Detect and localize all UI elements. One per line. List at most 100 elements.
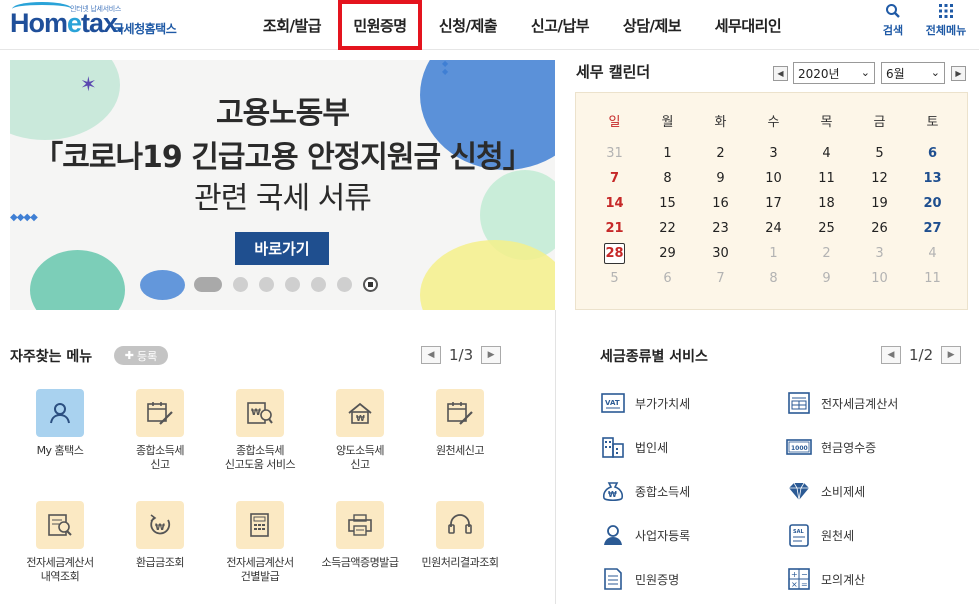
calendar-day[interactable]: 3 bbox=[747, 146, 800, 161]
calendar-day-outside[interactable]: 31 bbox=[588, 146, 641, 161]
tax-service-item[interactable]: 법인세 bbox=[600, 434, 668, 460]
calendar-day[interactable]: 22 bbox=[641, 221, 694, 236]
calendar-day[interactable]: 16 bbox=[694, 196, 747, 211]
calendar-day[interactable]: 20 bbox=[906, 196, 959, 211]
slide-dot[interactable] bbox=[311, 277, 326, 292]
calendar-day[interactable]: 14 bbox=[588, 196, 641, 211]
tax-service-item[interactable]: SAL 원천세 bbox=[786, 522, 854, 548]
search-label: 검색 bbox=[882, 24, 904, 37]
year-select[interactable]: 2020년 ⌄ bbox=[793, 62, 875, 84]
favorite-menu-item[interactable]: 전자세금계산서 내역조회 bbox=[11, 501, 109, 584]
month-select[interactable]: 6월 ⌄ bbox=[881, 62, 945, 84]
svg-text:₩: ₩ bbox=[251, 408, 261, 418]
calendar-day-outside[interactable]: 9 bbox=[800, 271, 853, 286]
prev-year-button[interactable]: ◀ bbox=[773, 66, 788, 81]
diamond-icon bbox=[786, 478, 812, 504]
calendar-day[interactable]: 13 bbox=[906, 171, 959, 186]
search-button[interactable]: 검색 bbox=[868, 3, 918, 38]
tax-service-item[interactable]: VAT 부가가치세 bbox=[600, 390, 690, 416]
weekday-header: 목 bbox=[820, 115, 833, 130]
hometax-logo[interactable]: 인터넷 납세서비스 Hometax. 국세청홈택스 bbox=[10, 2, 195, 42]
prev-page-button[interactable]: ◀ bbox=[421, 346, 441, 364]
calendar-day[interactable]: 12 bbox=[853, 171, 906, 186]
full-menu-button[interactable]: 전체메뉴 bbox=[921, 3, 971, 38]
favorite-menu-item[interactable]: ₩ 양도소득세 신고 bbox=[311, 389, 409, 472]
calendar-day[interactable]: 30 bbox=[694, 246, 747, 261]
favorite-menu-item[interactable]: ₩ 환급금조회 bbox=[111, 501, 209, 570]
calendar-day-outside[interactable]: 3 bbox=[853, 246, 906, 261]
calendar-day[interactable]: 21 bbox=[588, 221, 641, 236]
calendar-day[interactable]: 25 bbox=[800, 221, 853, 236]
favorite-menu-item[interactable]: ₩ 종합소득세 신고도움 서비스 bbox=[211, 389, 309, 472]
calendar-day[interactable]: 1 bbox=[641, 146, 694, 161]
main-banner[interactable]: ✶ ◆◆◆◆ ◆ ◆ 고용노동부 「코로나19 긴급고용 안정지원금 신청」 관련… bbox=[10, 60, 555, 310]
nav-filing[interactable]: 신고/납부 bbox=[514, 0, 606, 50]
slide-dot-active[interactable] bbox=[194, 277, 222, 292]
calendar-day[interactable]: 10 bbox=[747, 171, 800, 186]
calendar-day[interactable]: 5 bbox=[853, 146, 906, 161]
calendar-day[interactable]: 28 bbox=[588, 243, 641, 264]
favorite-menu-item[interactable]: 종합소득세 신고 bbox=[111, 389, 209, 472]
banner-go-button[interactable]: 바로가기 bbox=[235, 232, 329, 265]
favorite-menu-item[interactable]: My 홈택스 bbox=[11, 389, 109, 458]
slide-dot[interactable] bbox=[285, 277, 300, 292]
calendar-day-outside[interactable]: 6 bbox=[641, 271, 694, 286]
tax-service-item[interactable]: 민원증명 bbox=[600, 566, 679, 592]
calendar-day[interactable]: 19 bbox=[853, 196, 906, 211]
prev-page-button[interactable]: ◀ bbox=[881, 346, 901, 364]
next-month-button[interactable]: ▶ bbox=[951, 66, 966, 81]
calendar-day[interactable]: 11 bbox=[800, 171, 853, 186]
nav-inquiry[interactable]: 조회/발급 bbox=[246, 0, 338, 50]
tax-service-label: 종합소득세 bbox=[635, 484, 691, 499]
calendar-day[interactable]: 29 bbox=[641, 246, 694, 261]
favorite-menu-item[interactable]: 원천세신고 bbox=[411, 389, 509, 458]
calendar-day[interactable]: 6 bbox=[906, 146, 959, 161]
calendar-day[interactable]: 15 bbox=[641, 196, 694, 211]
tax-service-item[interactable]: 1000 현금영수증 bbox=[786, 434, 876, 460]
calendar-day[interactable]: 7 bbox=[588, 171, 641, 186]
calendar-day-outside[interactable]: 4 bbox=[906, 246, 959, 261]
slide-dot[interactable] bbox=[233, 277, 248, 292]
calendar-day-outside[interactable]: 5 bbox=[588, 271, 641, 286]
calendar-day[interactable]: 8 bbox=[641, 171, 694, 186]
tax-service-item[interactable]: 전자세금계산서 bbox=[786, 390, 898, 416]
favorite-menu-item[interactable]: 소득금액증명발급 bbox=[311, 501, 409, 570]
next-page-button[interactable]: ▶ bbox=[481, 346, 502, 364]
tax-service-item[interactable]: 사업자등록 bbox=[600, 522, 690, 548]
slide-dot[interactable] bbox=[337, 277, 352, 292]
search-icon bbox=[868, 3, 918, 21]
tax-service-item[interactable]: + − × = 모의계산 bbox=[786, 566, 865, 592]
calendar-day-outside[interactable]: 1 bbox=[747, 246, 800, 261]
calendar-day[interactable]: 2 bbox=[694, 146, 747, 161]
calendar-day-outside[interactable]: 7 bbox=[694, 271, 747, 286]
tax-service-item[interactable]: ₩ 종합소득세 bbox=[600, 478, 690, 504]
calendar-day[interactable]: 23 bbox=[694, 221, 747, 236]
column-divider bbox=[555, 310, 556, 604]
next-page-button[interactable]: ▶ bbox=[941, 346, 962, 364]
favorite-menu-item[interactable]: 민원처리결과조회 bbox=[411, 501, 509, 570]
headset-icon bbox=[436, 501, 484, 549]
nav-tax-agent[interactable]: 세무대리인 bbox=[698, 0, 798, 50]
calendar-day[interactable]: 27 bbox=[906, 221, 959, 236]
calendar-day[interactable]: 24 bbox=[747, 221, 800, 236]
calendar-day[interactable]: 4 bbox=[800, 146, 853, 161]
nav-consultation[interactable]: 상담/제보 bbox=[606, 0, 698, 50]
calendar-day[interactable]: 26 bbox=[853, 221, 906, 236]
tax-service-item[interactable]: 소비제세 bbox=[786, 478, 865, 504]
slide-dot[interactable] bbox=[259, 277, 274, 292]
calendar-day[interactable]: 18 bbox=[800, 196, 853, 211]
nav-application[interactable]: 신청/제출 bbox=[422, 0, 514, 50]
register-button[interactable]: ✚ 등록 bbox=[114, 346, 168, 365]
favorite-menu-label: 전자세금계산서 건별발급 bbox=[226, 556, 294, 583]
calendar-day-outside[interactable]: 8 bbox=[747, 271, 800, 286]
calendar-day[interactable]: 17 bbox=[747, 196, 800, 211]
tax-service-label: 부가가치세 bbox=[635, 396, 691, 411]
calendar-day-outside[interactable]: 2 bbox=[800, 246, 853, 261]
calendar-day[interactable]: 9 bbox=[694, 171, 747, 186]
favorite-menu-label: 종합소득세 신고도움 서비스 bbox=[224, 444, 296, 471]
pause-icon[interactable] bbox=[363, 277, 378, 292]
nav-certificates[interactable]: 민원증명 bbox=[338, 0, 422, 50]
calendar-day-outside[interactable]: 10 bbox=[853, 271, 906, 286]
calendar-day-outside[interactable]: 11 bbox=[906, 271, 959, 286]
favorite-menu-item[interactable]: 전자세금계산서 건별발급 bbox=[211, 501, 309, 584]
